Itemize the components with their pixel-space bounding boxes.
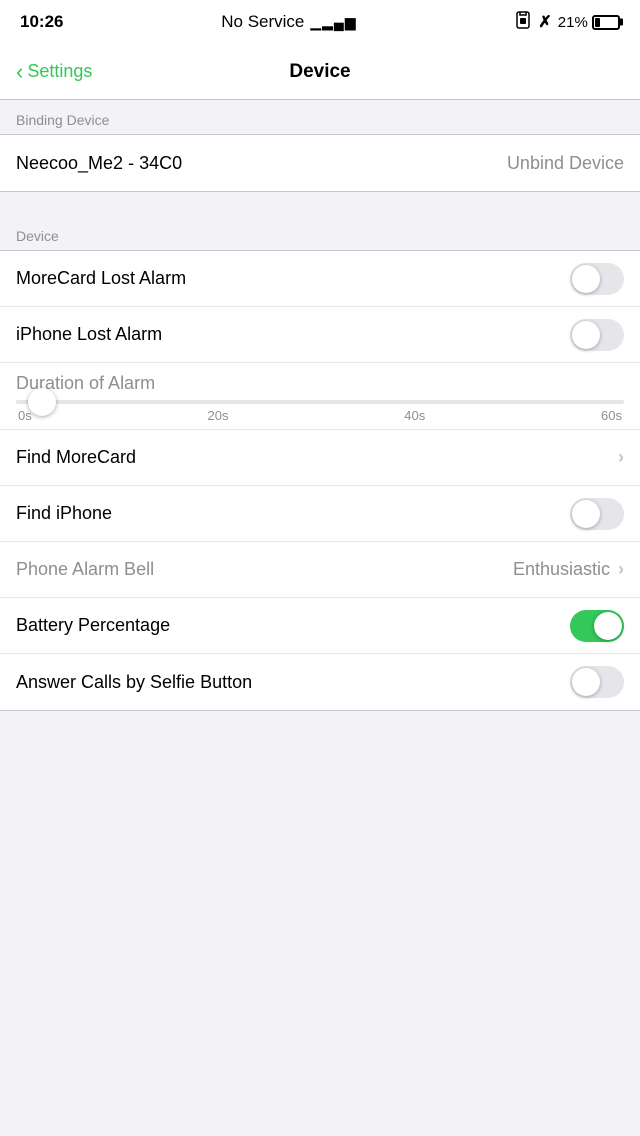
status-network: No Service ▁▂▄▆ xyxy=(221,12,356,32)
sim-icon xyxy=(514,11,532,33)
battery-percentage-toggle[interactable] xyxy=(570,610,624,642)
binding-device-section: Neecoo_Me2 - 34C0 Unbind Device xyxy=(0,134,640,192)
find-morecard-label: Find MoreCard xyxy=(16,447,136,468)
bluetooth-icon: ✗ xyxy=(538,12,551,32)
device-section-header: Device xyxy=(0,216,640,250)
back-button[interactable]: ‹ Settings xyxy=(16,61,92,83)
binding-device-section-header: Binding Device xyxy=(0,100,640,134)
slider-ticks: 0s 20s 40s 60s xyxy=(16,408,624,423)
status-bar: 10:26 No Service ▁▂▄▆ ✗ 21% xyxy=(0,0,640,44)
tick-40s: 40s xyxy=(404,408,425,423)
signal-icon: ▁▂▄▆ xyxy=(310,14,356,31)
find-morecard-row[interactable]: Find MoreCard › xyxy=(0,430,640,486)
tick-60s: 60s xyxy=(601,408,622,423)
find-iphone-toggle-thumb xyxy=(572,500,600,528)
answer-calls-toggle-thumb xyxy=(572,668,600,696)
morecard-lost-alarm-row: MoreCard Lost Alarm xyxy=(0,251,640,307)
status-right: ✗ 21% xyxy=(514,11,620,33)
phone-alarm-bell-value: Enthusiastic xyxy=(513,559,610,580)
spacer1 xyxy=(0,192,640,216)
iphone-lost-alarm-label: iPhone Lost Alarm xyxy=(16,324,162,345)
slider-thumb[interactable] xyxy=(28,388,56,416)
morecard-toggle-thumb xyxy=(572,265,600,293)
back-chevron-icon: ‹ xyxy=(16,61,23,83)
find-iphone-toggle[interactable] xyxy=(570,498,624,530)
device-name-label: Neecoo_Me2 - 34C0 xyxy=(16,153,182,174)
morecard-lost-alarm-toggle[interactable] xyxy=(570,263,624,295)
duration-label: Duration of Alarm xyxy=(16,373,624,394)
phone-alarm-bell-chevron-icon: › xyxy=(618,559,624,580)
network-label: No Service xyxy=(221,12,304,32)
answer-calls-row: Answer Calls by Selfie Button xyxy=(0,654,640,710)
slider-track xyxy=(16,400,624,404)
iphone-lost-alarm-toggle[interactable] xyxy=(570,319,624,351)
duration-alarm-row: Duration of Alarm 0s 20s 40s 60s xyxy=(0,363,640,430)
tick-20s: 20s xyxy=(208,408,229,423)
morecard-lost-alarm-label: MoreCard Lost Alarm xyxy=(16,268,186,289)
back-label: Settings xyxy=(27,61,92,82)
answer-calls-label: Answer Calls by Selfie Button xyxy=(16,672,252,693)
phone-alarm-bell-label: Phone Alarm Bell xyxy=(16,559,154,580)
device-settings-section: MoreCard Lost Alarm iPhone Lost Alarm Du… xyxy=(0,250,640,711)
answer-calls-toggle[interactable] xyxy=(570,666,624,698)
nav-bar: ‹ Settings Device xyxy=(0,44,640,100)
find-iphone-label: Find iPhone xyxy=(16,503,112,524)
phone-alarm-bell-row[interactable]: Phone Alarm Bell Enthusiastic › xyxy=(0,542,640,598)
tick-0s: 0s xyxy=(18,408,32,423)
status-time: 10:26 xyxy=(20,12,63,32)
battery-percentage-label: Battery Percentage xyxy=(16,615,170,636)
unbind-device-button[interactable]: Unbind Device xyxy=(507,153,624,174)
battery-label: 21% xyxy=(558,14,620,31)
iphone-toggle-thumb xyxy=(572,321,600,349)
battery-percentage-row: Battery Percentage xyxy=(0,598,640,654)
device-row: Neecoo_Me2 - 34C0 Unbind Device xyxy=(0,135,640,191)
phone-alarm-bell-right: Enthusiastic › xyxy=(513,559,624,580)
find-iphone-row: Find iPhone xyxy=(0,486,640,542)
find-morecard-chevron-icon: › xyxy=(618,447,624,468)
page-title: Device xyxy=(289,61,350,83)
battery-icon xyxy=(592,15,620,30)
battery-toggle-thumb xyxy=(594,612,622,640)
iphone-lost-alarm-row: iPhone Lost Alarm xyxy=(0,307,640,363)
